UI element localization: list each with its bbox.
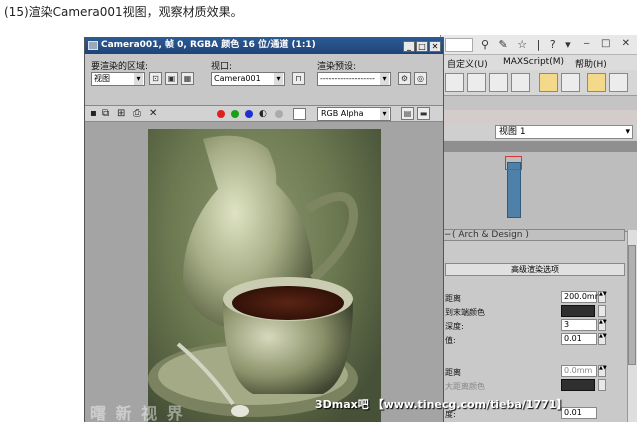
red-channel-icon[interactable]	[217, 110, 225, 118]
minimize-icon[interactable]: _	[403, 41, 415, 52]
max-main-toolbar	[441, 70, 637, 96]
max-menu-bar: 自定义(U) MAXScript(M) 帮助(H)	[441, 55, 637, 70]
node-selection-marker	[505, 156, 522, 170]
caption: (15)渲染Camera001视图，观察材质效果。	[4, 5, 243, 19]
watermark-left: 曙 新 视 界	[90, 404, 185, 422]
view-select[interactable]: 视图 1	[495, 125, 633, 139]
max-panel-header	[441, 141, 637, 152]
window-buttons: _ □ ✕	[402, 40, 441, 55]
render-toolbar: ▪ ⧉ ⊞ ⎙ ✕ ◐ RGB Alpha ▤ ▬	[85, 106, 443, 122]
area-label: 要渲染的区域:	[91, 62, 149, 72]
render-area	[85, 122, 443, 422]
rendered-scene	[148, 129, 381, 422]
crop-icon[interactable]: ▦	[181, 72, 194, 85]
max-view-row: 视图 1	[441, 124, 637, 140]
toolbar-button[interactable]	[561, 73, 580, 92]
rendered-image	[148, 129, 381, 422]
render-window-title: Camera001, 帧 0, RGBA 颜色 16 位/通道 (1:1) _ □…	[85, 38, 443, 54]
map-button[interactable]	[598, 305, 606, 317]
viewport-label: 视口:	[211, 62, 233, 72]
close-icon[interactable]: ✕	[429, 41, 441, 52]
param-falloff-label: 值:	[445, 336, 456, 345]
channel-select[interactable]: RGB Alpha	[317, 107, 391, 121]
maximize-icon[interactable]: □	[416, 41, 428, 52]
viewport-select[interactable]: Camera001	[211, 72, 285, 86]
environment-icon[interactable]: ◎	[414, 72, 427, 85]
spinner[interactable]: ▲▼	[598, 333, 607, 345]
window-controls[interactable]: ‒ □ ✕	[583, 38, 634, 49]
menu-maxscript[interactable]: MAXScript(M)	[503, 57, 564, 67]
render-frame-window: Camera001, 帧 0, RGBA 颜色 16 位/通道 (1:1) _ □…	[84, 37, 444, 422]
alpha-channel-icon[interactable]: ◐	[259, 108, 267, 120]
display-icon[interactable]: ▬	[417, 107, 430, 120]
param-distance-input[interactable]: 200.0mm	[561, 291, 603, 303]
blue-channel-icon[interactable]	[245, 110, 253, 118]
print-icon[interactable]: ⎙	[133, 108, 141, 120]
save-icon[interactable]: ▪	[90, 108, 97, 120]
spinner[interactable]: ▲▼	[598, 365, 607, 377]
render-teapot-button[interactable]	[587, 73, 606, 92]
menu-help[interactable]: 帮助(H)	[575, 57, 607, 70]
param-distance-label: 距离	[445, 294, 461, 303]
advanced-render-options-button[interactable]: 高级渲染选项	[445, 263, 625, 276]
window-icon	[88, 41, 98, 50]
param-end-color-label: 到末端颜色	[445, 308, 485, 317]
clear-icon[interactable]: ✕	[149, 108, 157, 120]
param-falloff-input[interactable]: 0.01	[561, 333, 597, 345]
color-swatch[interactable]	[561, 379, 595, 391]
param-depth-label: 深度:	[445, 322, 464, 331]
map-button[interactable]	[598, 379, 606, 391]
green-channel-icon[interactable]	[231, 110, 239, 118]
max-application: ⚲ ✎ ☆ | ? ▾ ‒ □ ✕ 自定义(U) MAXScript(M) 帮助…	[440, 35, 637, 422]
edit-region-icon[interactable]: ⊡	[149, 72, 162, 85]
toolbar-button[interactable]	[609, 73, 628, 92]
toolbar-button[interactable]	[511, 73, 530, 92]
copy-icon[interactable]: ⧉	[102, 108, 109, 120]
render-controls: 要渲染的区域: 视图 ⊡ ▣ ▦ 视口: Camera001 ⊓ 渲染预设: -…	[85, 54, 443, 106]
scrollbar-thumb[interactable]	[628, 245, 636, 365]
preset-select[interactable]: -------------------	[317, 72, 391, 86]
render-setup-button[interactable]	[539, 73, 558, 92]
toolbar-icons[interactable]: ⚲ ✎ ☆ | ? ▾	[481, 38, 574, 51]
area-select[interactable]: 视图	[91, 72, 145, 86]
param-distance2-label: 距离	[445, 368, 461, 377]
rollout-arch-design[interactable]: ( Arch & Design )	[441, 229, 625, 241]
render-setup-icon[interactable]: ⚙	[398, 72, 411, 85]
toolbar-button[interactable]	[445, 73, 464, 92]
spinner[interactable]: ▲▼	[598, 319, 607, 331]
toolbar-button[interactable]	[489, 73, 508, 92]
clone-icon[interactable]: ⊞	[117, 108, 125, 120]
material-graph[interactable]	[441, 152, 637, 232]
param-depth-input[interactable]: 3	[561, 319, 597, 331]
auto-region-icon[interactable]: ▣	[165, 72, 178, 85]
lock-icon[interactable]: ⊓	[292, 72, 305, 85]
color-swatch[interactable]	[561, 305, 595, 317]
max-second-row	[441, 96, 637, 110]
preset-label: 渲染预设:	[317, 62, 357, 72]
swatch-box[interactable]	[293, 108, 306, 120]
spinner[interactable]: ▲▼	[598, 291, 607, 303]
watermark: 3Dmax吧 【www.tinecg.com/tieba/1771】	[315, 398, 568, 411]
toolbar-button[interactable]	[467, 73, 486, 92]
window-title-text: Camera001, 帧 0, RGBA 颜色 16 位/通道 (1:1)	[101, 40, 316, 50]
material-node[interactable]	[507, 162, 521, 218]
max-status-strip	[441, 110, 637, 124]
param-distance2-input[interactable]: 0.0mm	[561, 365, 597, 377]
mono-icon[interactable]	[275, 110, 283, 118]
max-top-bar: ⚲ ✎ ☆ | ? ▾ ‒ □ ✕	[441, 35, 637, 55]
param-max-color-label: 大距离颜色	[445, 382, 485, 391]
menu-customize[interactable]: 自定义(U)	[447, 57, 488, 70]
search-input[interactable]	[445, 38, 473, 52]
toggle-ui-icon[interactable]: ▤	[401, 107, 414, 120]
